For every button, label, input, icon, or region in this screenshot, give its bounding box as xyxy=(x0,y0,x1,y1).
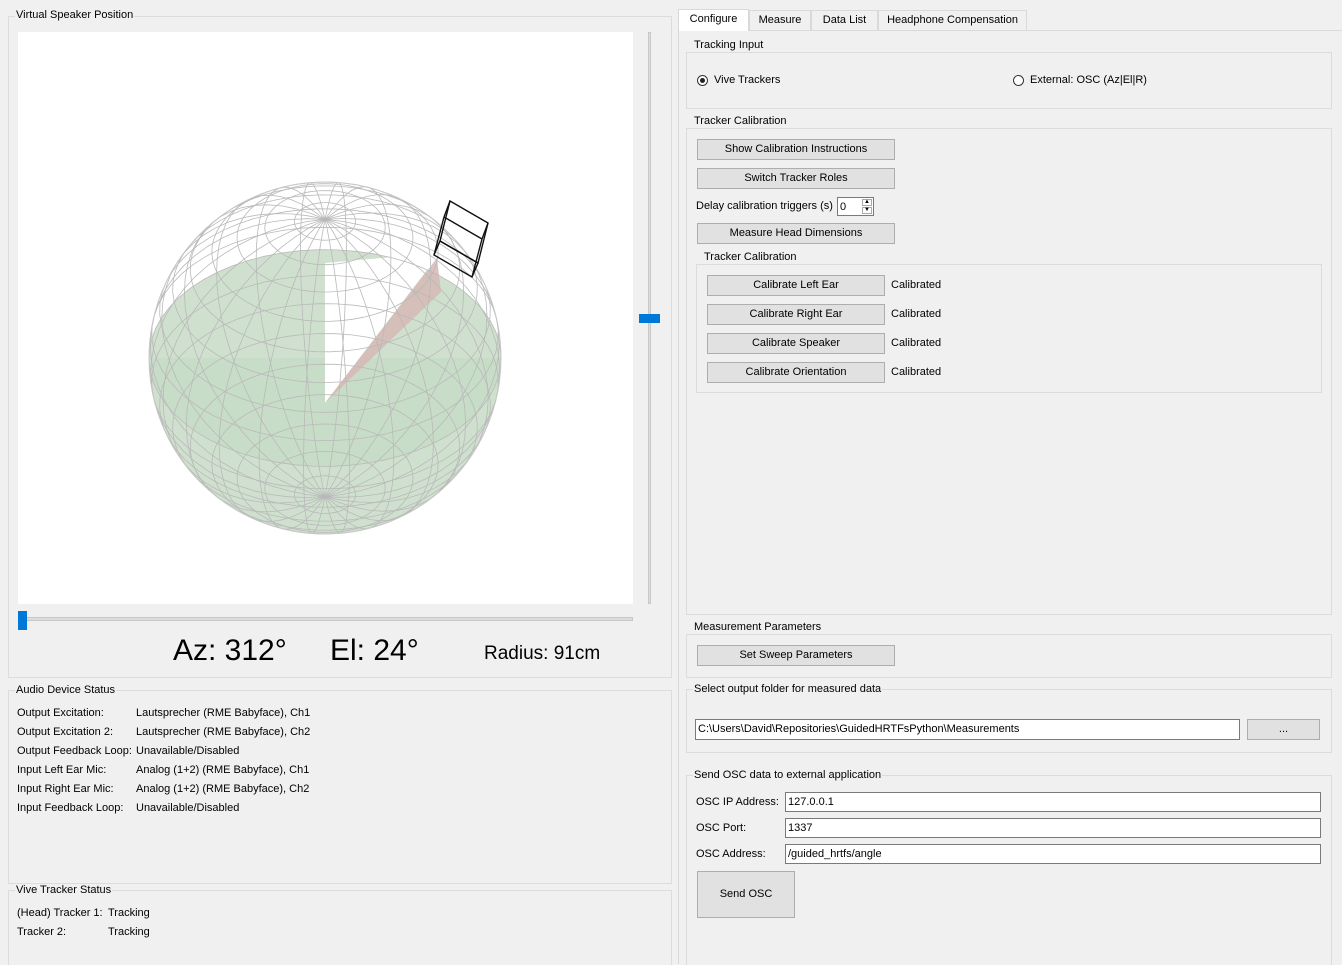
audio-status-label: Output Feedback Loop: xyxy=(17,745,132,757)
osc-port-label: OSC Port: xyxy=(696,822,747,834)
delay-calibration-value: 0 xyxy=(840,201,847,213)
audio-status-value: Unavailable/Disabled xyxy=(136,745,240,757)
tab-headphone-compensation[interactable]: Headphone Compensation xyxy=(878,10,1027,30)
radio-external-osc-label[interactable]: External: OSC (Az|El|R) xyxy=(1030,74,1147,86)
radio-vive-trackers-label[interactable]: Vive Trackers xyxy=(714,74,780,86)
switch-tracker-roles-button[interactable]: Switch Tracker Roles xyxy=(697,168,895,189)
tab-configure[interactable]: Configure xyxy=(678,9,749,31)
show-calibration-instructions-button[interactable]: Show Calibration Instructions xyxy=(697,139,895,160)
audio-status-value: Analog (1+2) (RME Babyface), Ch2 xyxy=(136,783,310,795)
tracker-calibration-title: Tracker Calibration xyxy=(693,115,788,127)
output-folder-path-input[interactable]: C:\Users\David\Repositories\GuidedHRTFsP… xyxy=(695,719,1240,740)
elevation-slider-handle[interactable] xyxy=(639,313,660,323)
tracking-input-title: Tracking Input xyxy=(693,39,765,51)
osc-address-input[interactable]: /guided_hrtfs/angle xyxy=(785,844,1321,864)
tracking-input-group xyxy=(686,52,1332,109)
osc-ip-label: OSC IP Address: xyxy=(696,796,779,808)
audio-status-value: Analog (1+2) (RME Babyface), Ch1 xyxy=(136,764,310,776)
delay-calibration-label: Delay calibration triggers (s) xyxy=(696,200,833,212)
vive-tracker-status-title: Vive Tracker Status xyxy=(15,884,113,896)
osc-port-input[interactable]: 1337 xyxy=(785,818,1321,838)
tracker-status-label: Tracker 2: xyxy=(17,926,67,938)
cube-edge xyxy=(443,216,483,240)
osc-ip-input[interactable]: 127.0.0.1 xyxy=(785,792,1321,812)
osc-title: Send OSC data to external application xyxy=(693,769,883,781)
radio-external-osc[interactable] xyxy=(1013,75,1024,86)
audio-status-value: Lautsprecher (RME Babyface), Ch2 xyxy=(136,726,311,738)
audio-status-label: Output Excitation 2: xyxy=(17,726,113,738)
calibrate-button[interactable]: Calibrate Right Ear xyxy=(707,304,885,325)
calibration-status: Calibrated xyxy=(891,366,942,378)
audio-status-label: Input Left Ear Mic: xyxy=(17,764,107,776)
audio-status-value: Unavailable/Disabled xyxy=(136,802,240,814)
audio-status-label: Input Right Ear Mic: xyxy=(17,783,114,795)
audio-status-label: Output Excitation: xyxy=(17,707,104,719)
audio-status-label: Input Feedback Loop: xyxy=(17,802,124,814)
audio-device-status-title: Audio Device Status xyxy=(15,684,117,696)
tracker-status-label: (Head) Tracker 1: xyxy=(17,907,103,919)
tracker-status-value: Tracking xyxy=(108,907,150,919)
virtual-speaker-title: Virtual Speaker Position xyxy=(15,9,135,21)
calibrate-button[interactable]: Calibrate Speaker xyxy=(707,333,885,354)
tracker-status-value: Tracking xyxy=(108,926,150,938)
calibrate-button[interactable]: Calibrate Left Ear xyxy=(707,275,885,296)
calibrate-button[interactable]: Calibrate Orientation xyxy=(707,362,885,383)
browse-folder-button[interactable]: ... xyxy=(1247,719,1320,740)
speaker-3d-view[interactable] xyxy=(18,32,633,604)
calibration-status: Calibrated xyxy=(891,337,942,349)
tracker-calibration-inner-title: Tracker Calibration xyxy=(703,251,798,263)
radius-readout: Radius: 91cm xyxy=(484,643,601,664)
azimuth-slider-handle[interactable] xyxy=(18,611,27,630)
calibration-status: Calibrated xyxy=(891,308,942,320)
measure-head-dimensions-button[interactable]: Measure Head Dimensions xyxy=(697,223,895,244)
tab-data-list[interactable]: Data List xyxy=(811,10,878,30)
sphere-visualization xyxy=(148,181,502,535)
calibration-status: Calibrated xyxy=(891,279,942,291)
send-osc-button[interactable]: Send OSC xyxy=(697,871,795,918)
azimuth-readout: Az: 312° xyxy=(173,634,287,667)
azimuth-slider-track[interactable] xyxy=(18,617,633,621)
radio-vive-trackers[interactable] xyxy=(697,75,708,86)
set-sweep-parameters-button[interactable]: Set Sweep Parameters xyxy=(697,645,895,666)
delay-calibration-spinbox[interactable]: 0 ▲ ▼ xyxy=(837,197,874,216)
osc-address-label: OSC Address: xyxy=(696,848,766,860)
tab-measure[interactable]: Measure xyxy=(749,10,811,30)
elevation-readout: El: 24° xyxy=(330,634,419,667)
cube-face-bottom xyxy=(433,239,479,279)
spin-down-icon[interactable]: ▼ xyxy=(862,207,872,214)
spin-up-icon[interactable]: ▲ xyxy=(862,199,872,206)
measurement-parameters-title: Measurement Parameters xyxy=(693,621,823,633)
audio-status-value: Lautsprecher (RME Babyface), Ch1 xyxy=(136,707,311,719)
output-folder-title: Select output folder for measured data xyxy=(693,683,883,695)
